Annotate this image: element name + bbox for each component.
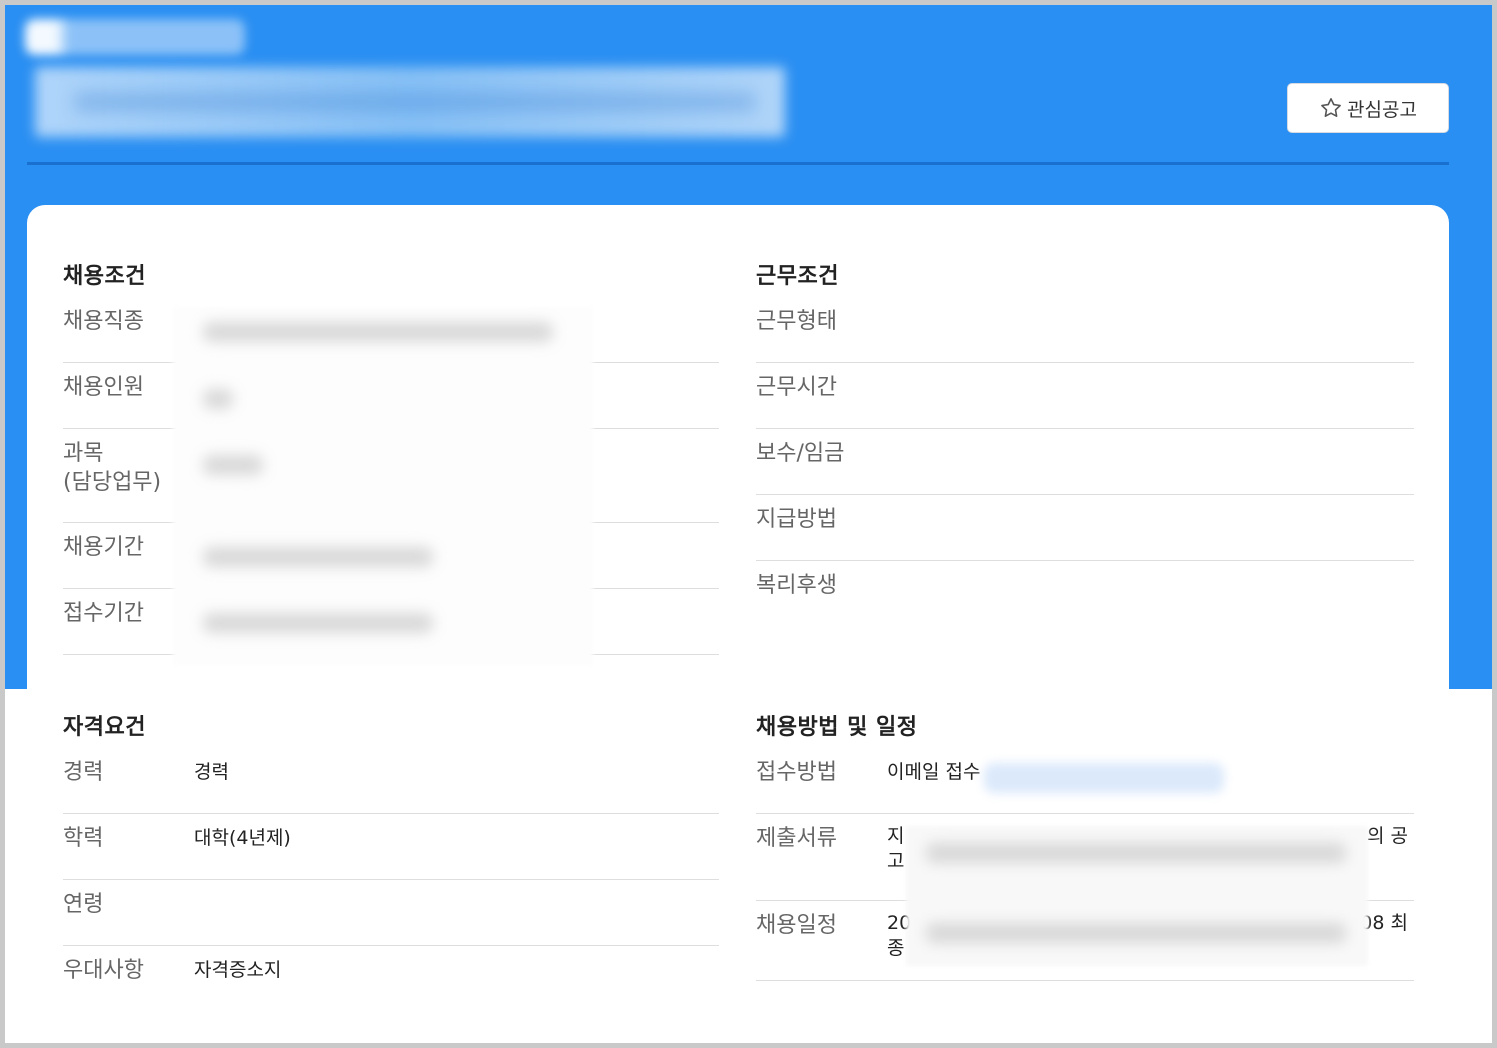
table-row: 근무시간: [756, 363, 1414, 429]
header-divider: [27, 162, 1449, 165]
table-row: 지급방법: [756, 495, 1414, 561]
row-label: 보수/임금: [756, 441, 845, 466]
job-details-card: 채용조건 채용직종 채용인원 과목 (담당업무) 채용기간 접수기간 근무조건 …: [27, 205, 1449, 1043]
section-title: 채용방법 및 일정: [756, 715, 918, 740]
email-link-redacted: [984, 763, 1224, 793]
table-row: 경력 경력: [63, 748, 719, 814]
row-label: 근무형태: [756, 309, 837, 334]
row-label: 접수방법: [756, 760, 837, 785]
row-value: 자격증소지: [194, 959, 282, 981]
favorite-button[interactable]: 관심공고: [1287, 83, 1449, 133]
table-row: 보수/임금: [756, 429, 1414, 495]
star-icon: [1321, 98, 1341, 117]
section-title: 근무조건: [756, 264, 839, 289]
redacted-text: [203, 547, 433, 567]
redacted-text: [203, 389, 233, 409]
row-label: 채용일정: [756, 913, 837, 938]
row-label: 연령: [63, 892, 104, 917]
redacted-text: [203, 322, 553, 342]
section-title: 자격요건: [63, 715, 146, 740]
redacted-text: [926, 843, 1346, 863]
work-conditions-section: 근무조건 근무형태 근무시간 보수/임금 지급방법 복리후생: [756, 257, 1414, 627]
row-label: 경력: [63, 760, 104, 785]
row-label: 우대사항: [63, 958, 144, 983]
redacted-text: [203, 613, 433, 633]
recruit-conditions-section: 채용조건 채용직종 채용인원 과목 (담당업무) 채용기간 접수기간: [63, 257, 719, 665]
job-title-redacted: [35, 67, 785, 137]
organization-logo-redacted: [25, 19, 245, 55]
section-title: 채용조건: [63, 264, 146, 289]
redacted-values-overlay: [173, 307, 593, 665]
row-value: 경력: [194, 761, 229, 783]
table-row: 연령: [63, 880, 719, 946]
row-value-line2: 고: [887, 850, 905, 872]
row-label: 지급방법: [756, 507, 837, 532]
table-row: 학력 대학(4년제): [63, 814, 719, 880]
row-value-line2: 종: [887, 937, 905, 959]
row-label: 학력: [63, 826, 104, 851]
row-value-start: 지: [887, 825, 905, 847]
favorite-button-label: 관심공고: [1347, 98, 1417, 121]
page-frame: 관심공고 채용조건 채용직종 채용인원 과목 (담당업무) 채용기간 접수기간 …: [5, 5, 1492, 1043]
row-label: 복리후생: [756, 573, 837, 598]
redacted-text: [926, 923, 1346, 943]
qualifications-section: 자격요건 경력 경력 학력 대학(4년제) 연령 우대사항 자격증소지: [63, 708, 719, 1012]
row-value-end: 의 공: [1367, 825, 1408, 847]
table-row: 우대사항 자격증소지: [63, 946, 719, 1012]
redacted-text: [203, 455, 263, 475]
table-row: 근무형태: [756, 297, 1414, 363]
row-value: 대학(4년제): [194, 827, 291, 849]
row-label: 제출서류: [756, 826, 837, 851]
table-row: 복리후생: [756, 561, 1414, 627]
method-schedule-section: 채용방법 및 일정 접수방법 이메일 접수 제출서류 지 의 공 고 채용일정 …: [756, 708, 1414, 981]
row-label: 근무시간: [756, 375, 837, 400]
